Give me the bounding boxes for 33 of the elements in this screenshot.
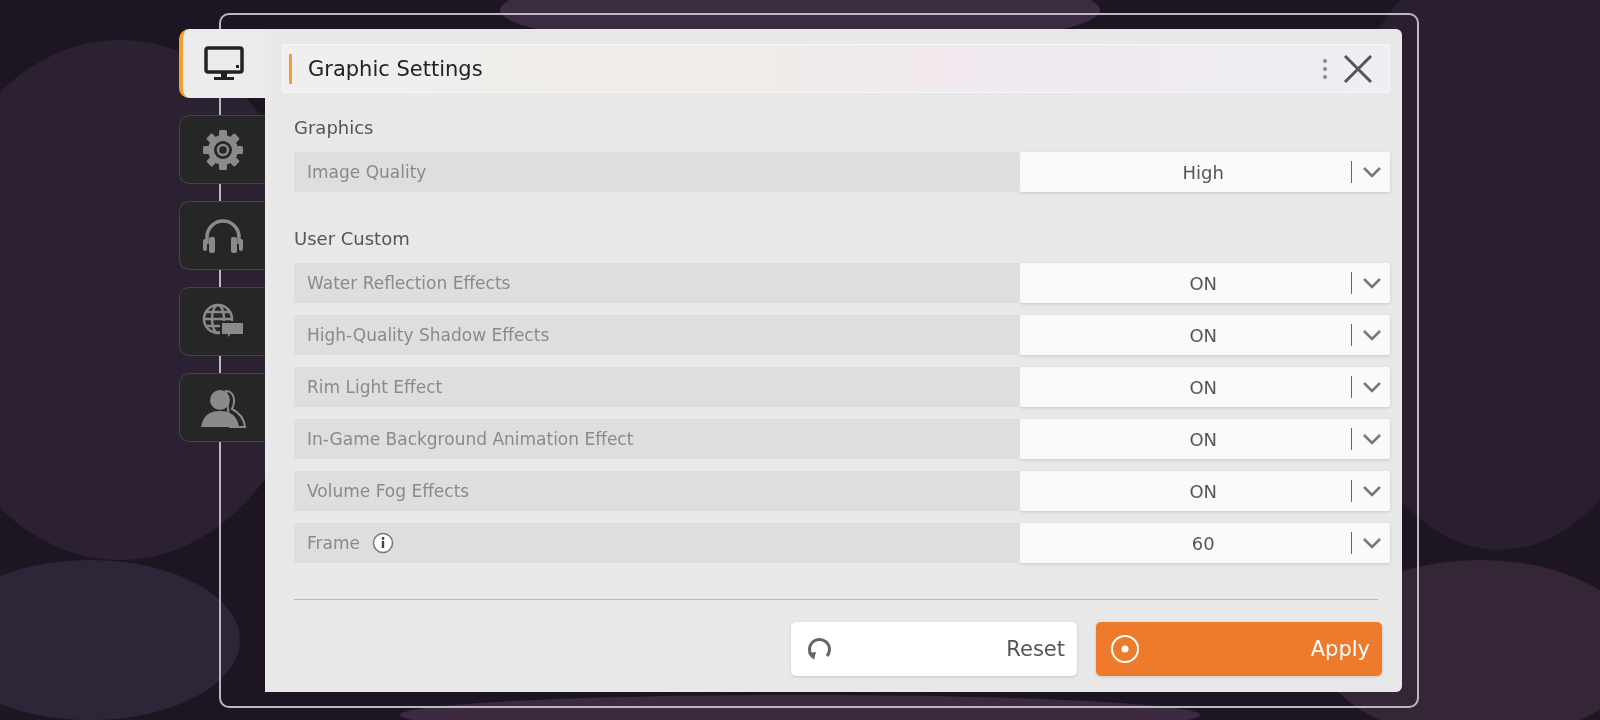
section-heading: User Custom (294, 228, 411, 249)
info-icon[interactable] (371, 532, 394, 554)
setting-label: Water Reflection Effects (307, 273, 511, 293)
reset-button[interactable]: Reset (791, 622, 1077, 676)
more-icon[interactable] (1323, 57, 1327, 80)
dropdown[interactable]: ON (1020, 367, 1390, 407)
chevron-down-icon (1362, 166, 1382, 178)
setting-label: Image Quality (307, 162, 427, 182)
sidebar-tab[interactable] (179, 29, 265, 98)
chevron-down-icon (1362, 381, 1382, 393)
gear-icon (201, 128, 244, 171)
chevron-down-icon (1362, 485, 1382, 497)
setting-label: Frame (307, 533, 360, 553)
setting-label: Volume Fog Effects (307, 481, 470, 501)
close-icon[interactable] (1343, 53, 1373, 84)
section-heading: Graphics (294, 117, 375, 138)
chevron-down-icon (1362, 277, 1382, 289)
setting-label: In-Game Background Animation Effect (307, 429, 634, 449)
target-icon (1110, 634, 1140, 664)
chevron-down-icon (1362, 537, 1382, 549)
dropdown[interactable]: ON (1020, 471, 1390, 511)
dropdown[interactable]: ON (1020, 419, 1390, 459)
dropdown[interactable]: ON (1020, 315, 1390, 355)
setting-label: Rim Light Effect (307, 377, 443, 397)
headphones-icon (200, 217, 245, 254)
monitor-icon (204, 45, 244, 82)
setting-label: High-Quality Shadow Effects (307, 325, 550, 345)
dropdown[interactable]: ON (1020, 263, 1390, 303)
dropdown[interactable]: High (1020, 152, 1390, 192)
chevron-down-icon (1362, 433, 1382, 445)
dropdown[interactable]: 60 (1020, 523, 1390, 563)
panel-title: Graphic Settings (308, 56, 484, 81)
chevron-down-icon (1362, 329, 1382, 341)
